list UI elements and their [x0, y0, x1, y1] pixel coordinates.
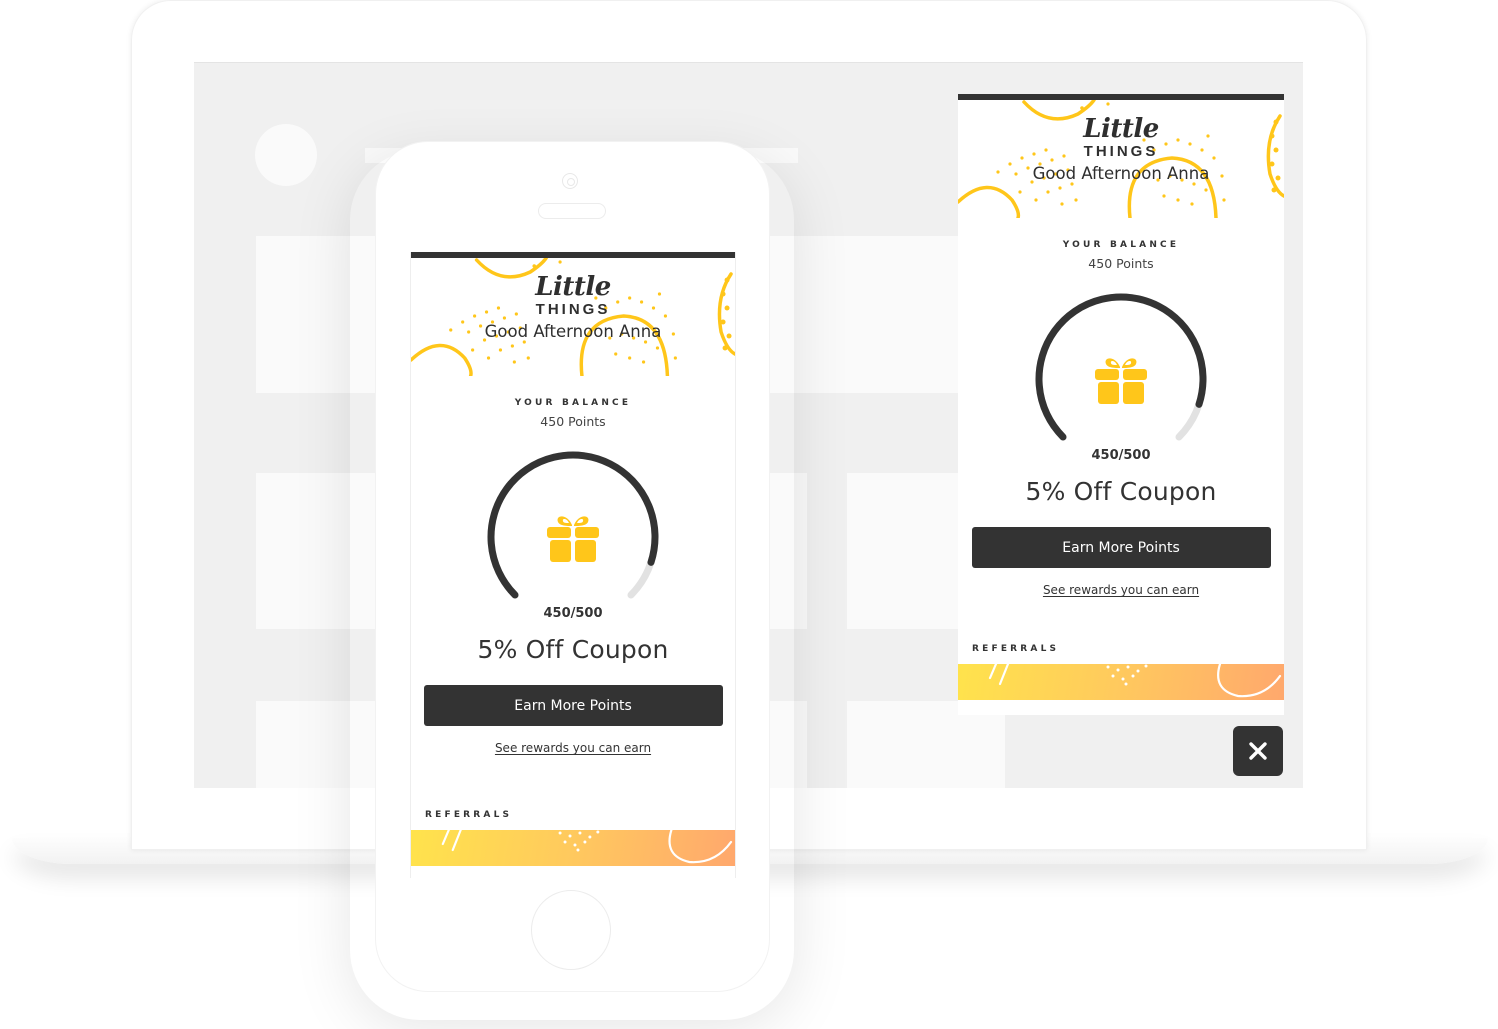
balance-value: 450 Points: [1088, 256, 1154, 271]
phone-home-button: [531, 890, 611, 970]
referrals-banner-decoration: [441, 830, 733, 864]
points-progress-gauge: 450/500: [1031, 293, 1211, 463]
brand-logo-script: Little: [535, 272, 611, 302]
gift-icon: [1095, 358, 1147, 404]
greeting-text: Good Afternoon Anna: [484, 322, 662, 341]
placeholder-block: [847, 473, 958, 629]
referrals-banner-decoration: [988, 664, 1282, 698]
greeting-text: Good Afternoon Anna: [1032, 164, 1210, 183]
see-rewards-link[interactable]: See rewards you can earn: [495, 741, 651, 755]
brand-logo-caps: THINGS: [535, 301, 611, 318]
referrals-banner: [411, 830, 735, 866]
gauge-progress-text: 450/500: [1091, 448, 1151, 463]
phone-camera: [562, 173, 578, 189]
next-reward-title: 5% Off Coupon: [477, 635, 669, 664]
earn-more-points-button[interactable]: Earn More Points: [971, 527, 1271, 568]
phone-speaker: [538, 203, 606, 219]
rewards-widget-desktop: Little THINGS Good Afternoon Anna YOUR B…: [958, 94, 1284, 715]
next-reward-title: 5% Off Coupon: [1025, 477, 1217, 506]
widget-header: Little THINGS Good Afternoon Anna: [958, 100, 1284, 218]
close-icon: [1249, 742, 1267, 760]
gauge-progress-text: 450/500: [543, 606, 603, 621]
referrals-label: REFERRALS: [972, 644, 1060, 654]
brand-logo-caps: THINGS: [1083, 143, 1159, 160]
rewards-widget-mobile: Little THINGS Good Afternoon Anna YOUR B…: [410, 252, 736, 878]
see-rewards-link[interactable]: See rewards you can earn: [1043, 583, 1199, 597]
earn-more-points-button[interactable]: Earn More Points: [423, 685, 723, 726]
referrals-banner: [958, 664, 1284, 700]
placeholder-avatar: [255, 124, 317, 186]
widget-header: Little THINGS Good Afternoon Anna: [411, 258, 735, 376]
points-progress-gauge: 450/500: [483, 451, 663, 621]
brand-logo-script: Little: [1083, 114, 1159, 144]
gift-icon: [547, 516, 599, 562]
close-widget-button[interactable]: [1233, 726, 1283, 776]
balance-label: YOUR BALANCE: [1062, 240, 1180, 250]
balance-value: 450 Points: [540, 414, 606, 429]
referrals-label: REFERRALS: [425, 810, 513, 820]
balance-label: YOUR BALANCE: [514, 398, 632, 408]
